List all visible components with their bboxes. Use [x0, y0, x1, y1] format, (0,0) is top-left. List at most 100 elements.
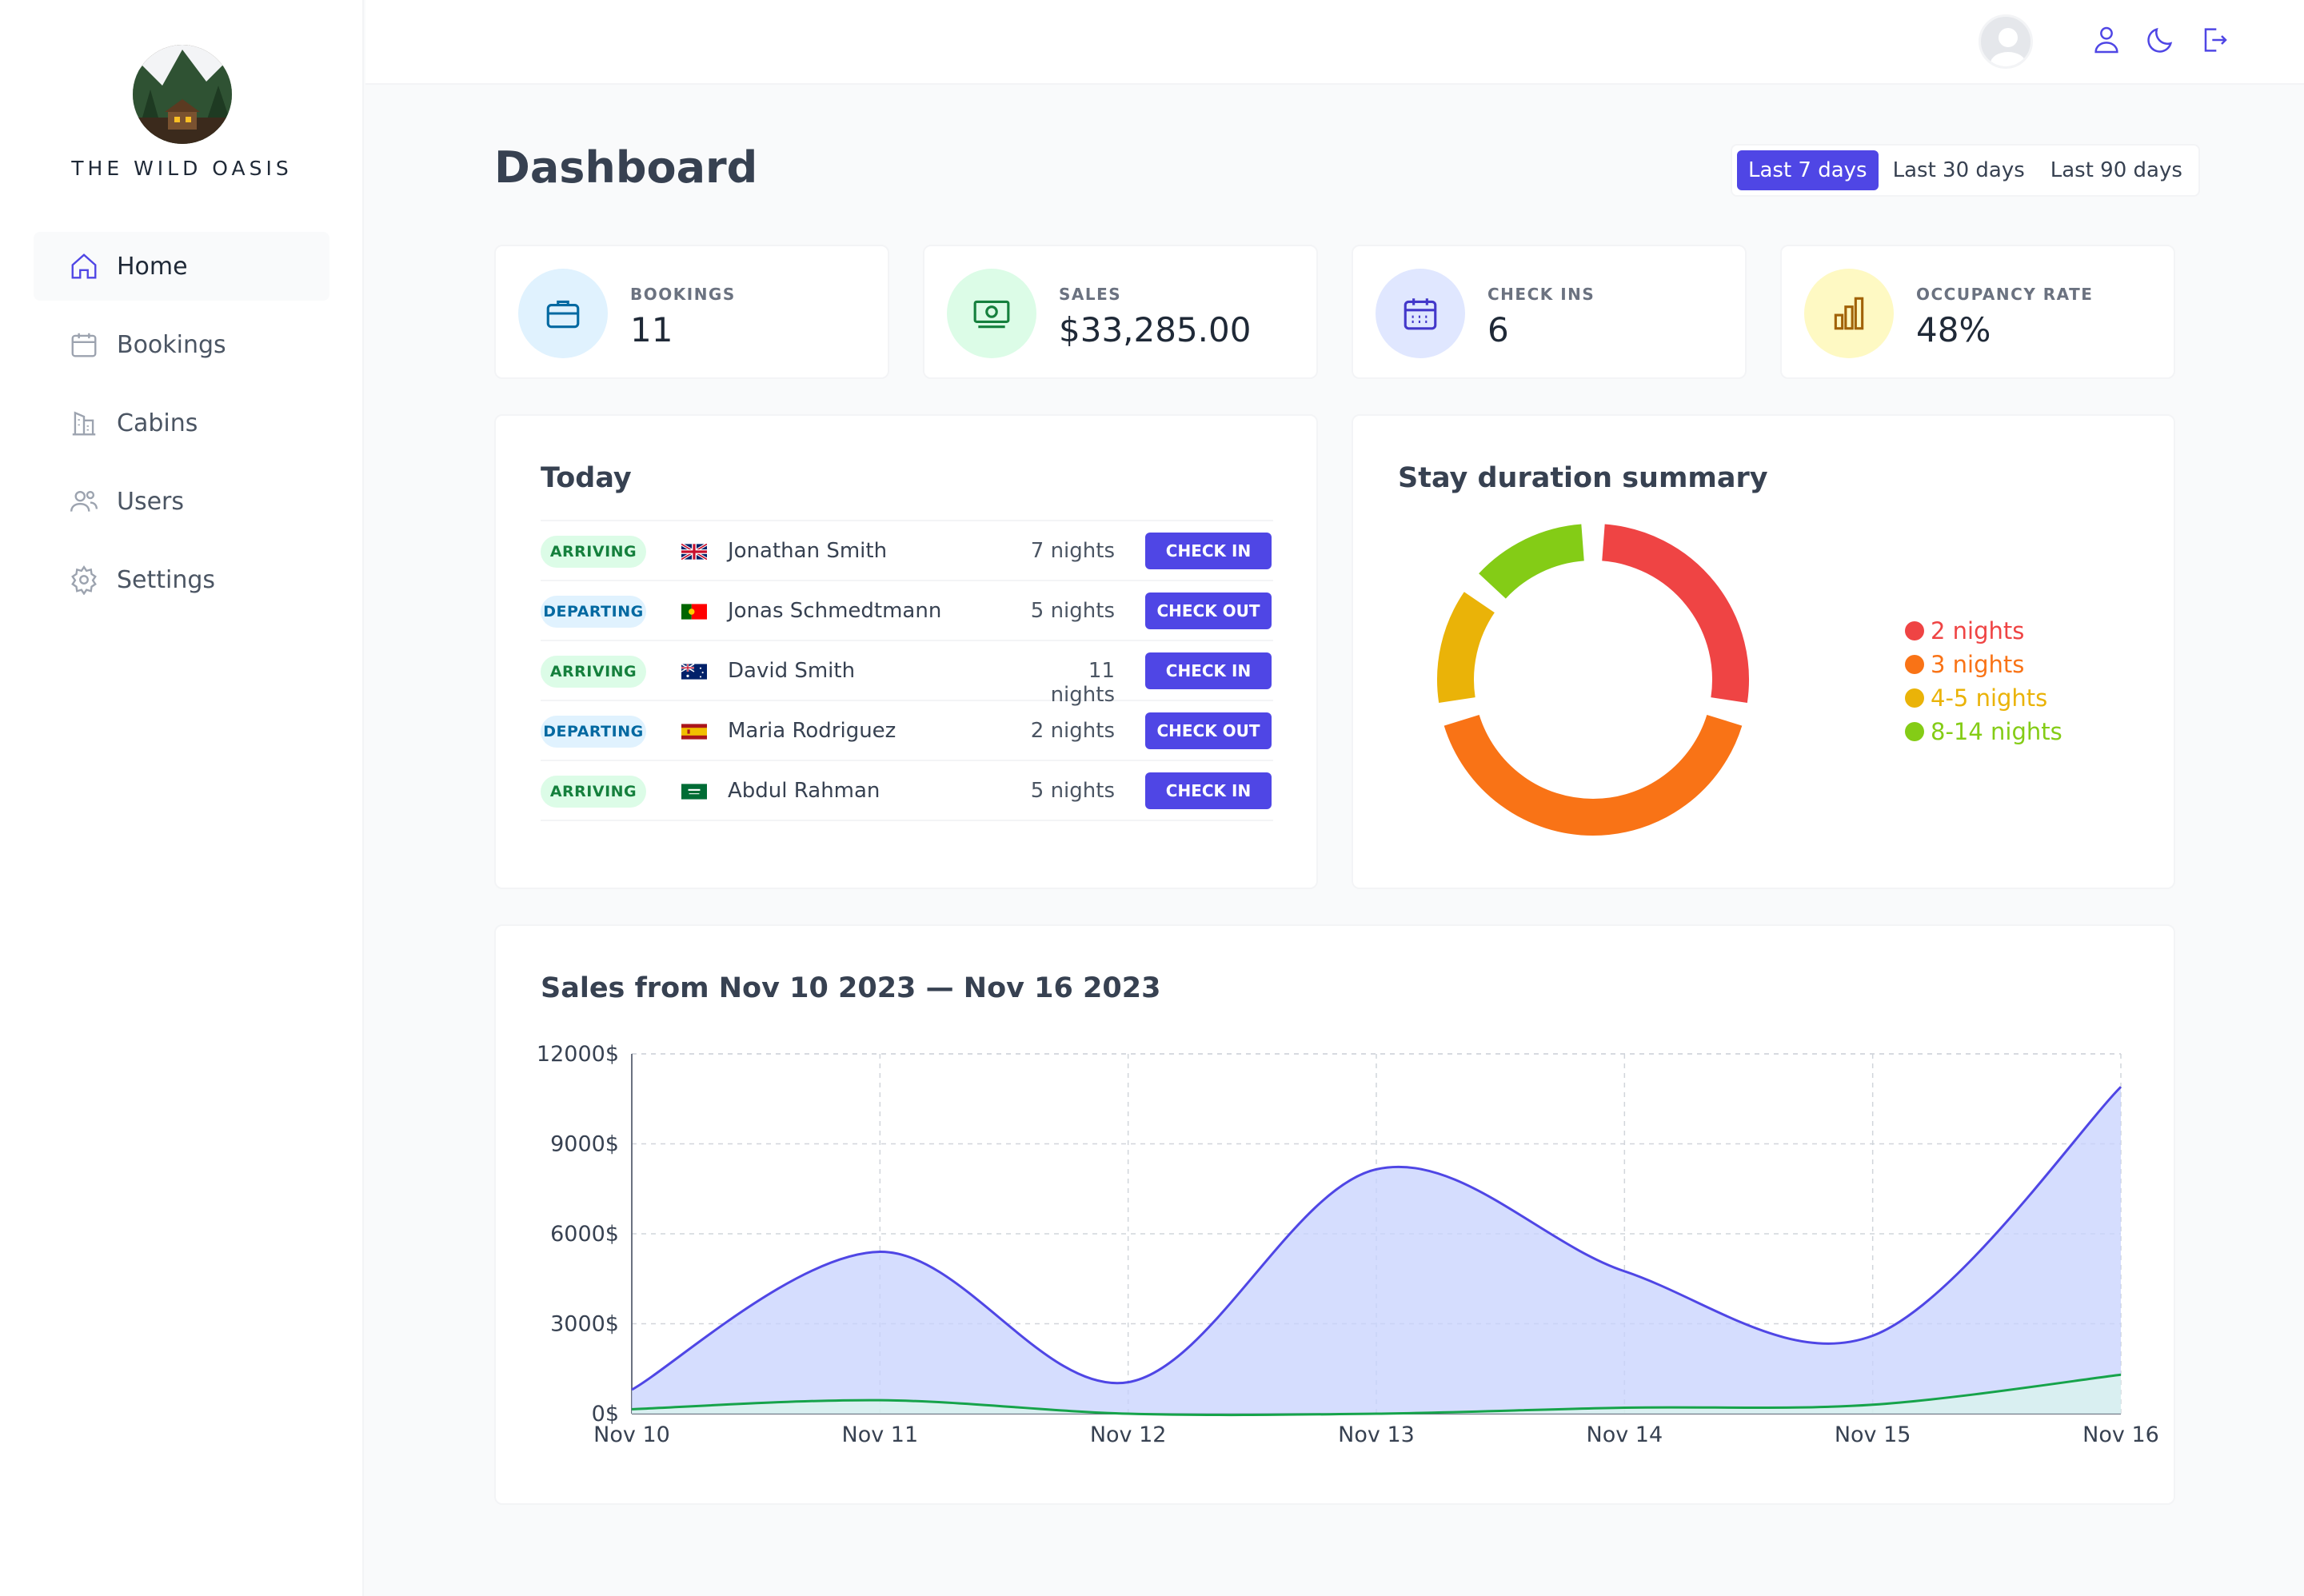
sidebar-item-bookings[interactable]: Bookings	[34, 310, 329, 379]
nights-count: 5 nights	[1030, 599, 1115, 623]
guest-name: Maria Rodriguez	[728, 719, 896, 743]
nights-count: 5 nights	[1030, 779, 1115, 803]
briefcase-icon	[546, 300, 580, 329]
stat-value: 6	[1487, 310, 1509, 349]
spain-flag-icon	[681, 724, 707, 740]
list-item: DEPARTING Maria Rodriguez 2 nights CHECK…	[541, 701, 1273, 761]
stat-card-occupancy-rate: OCCUPANCY RATE 48%	[1780, 245, 2175, 379]
donut-slice	[1437, 592, 1495, 703]
x-tick-label: Nov 16	[2082, 1422, 2159, 1447]
sidebar-item-cabins[interactable]: Cabins	[34, 389, 329, 457]
stat-label: BOOKINGS	[630, 285, 736, 304]
calendar-days-icon	[1404, 298, 1437, 330]
stat-label: OCCUPANCY RATE	[1916, 285, 2094, 304]
logout-icon[interactable]	[2198, 24, 2230, 56]
users-icon	[70, 490, 98, 512]
moon-icon[interactable]	[2144, 24, 2176, 56]
building-icon	[72, 411, 96, 436]
legend-swatch	[1905, 655, 1924, 674]
series-area	[632, 1087, 2121, 1414]
calendar-icon	[71, 333, 97, 357]
guest-name: Jonathan Smith	[728, 539, 888, 563]
sales-chart-panel: Sales from Nov 10 2023 — Nov 16 2023 0$ 3…	[494, 924, 2175, 1505]
nights-count: 2 nights	[1030, 719, 1115, 743]
today-title: Today	[541, 462, 632, 494]
stat-card-check-ins: CHECK INS 6	[1352, 245, 1747, 379]
y-tick-label: 12000$	[537, 1042, 619, 1067]
legend-item: 4-5 nights	[1905, 681, 2062, 715]
page-title: Dashboard	[494, 142, 758, 193]
guest-name: Abdul Rahman	[728, 779, 880, 803]
banknotes-icon	[973, 300, 1010, 329]
stat-value: $33,285.00	[1059, 310, 1252, 349]
stat-value: 11	[630, 310, 673, 349]
today-panel: Today ARRIVING Jonathan Smith 7 nights C…	[494, 414, 1318, 889]
x-tick-label: Nov 13	[1338, 1422, 1415, 1447]
x-tick-label: Nov 11	[842, 1422, 919, 1447]
chart-bar-icon	[1834, 297, 1864, 330]
sidebar-item-settings[interactable]: Settings	[34, 545, 329, 614]
avatar[interactable]	[1979, 14, 2033, 69]
nights-count: 11 nights	[1050, 659, 1115, 707]
filter-last-30-days[interactable]: Last 30 days	[1882, 150, 2036, 190]
sidebar-item-home[interactable]: Home	[34, 232, 329, 301]
uk-flag-icon	[681, 544, 707, 560]
list-item: ARRIVING Jonathan Smith 7 nights CHECK I…	[541, 521, 1273, 581]
sidebar-item-label: Cabins	[117, 409, 198, 437]
check-out-button[interactable]: CHECK OUT	[1145, 712, 1272, 749]
legend-item: 3 nights	[1905, 648, 2062, 681]
guest-name: David Smith	[728, 659, 856, 683]
donut-slice	[1443, 714, 1743, 836]
saudi-arabia-flag-icon	[681, 784, 707, 800]
sidebar: THE WILD OASIS Home Bookings Cabins User…	[0, 0, 364, 1596]
sidebar-item-label: Home	[117, 252, 188, 281]
x-tick-label: Nov 15	[1835, 1422, 1911, 1447]
sidebar-nav: Home Bookings Cabins Users Settings	[34, 232, 329, 624]
list-item: ARRIVING Abdul Rahman 5 nights CHECK IN	[541, 761, 1273, 821]
y-tick-label: 9000$	[550, 1132, 619, 1157]
x-tick-label: Nov 14	[1587, 1422, 1663, 1447]
legend-label: 8-14 nights	[1931, 718, 2062, 745]
donut-slice	[1479, 524, 1585, 600]
legend-label: 2 nights	[1931, 617, 2025, 644]
legend-swatch	[1905, 688, 1924, 708]
home-icon	[71, 253, 97, 279]
user-icon[interactable]	[2090, 24, 2122, 56]
check-in-button[interactable]: CHECK IN	[1145, 652, 1272, 689]
stat-card-bookings: BOOKINGS 11	[494, 245, 889, 379]
status-badge: DEPARTING	[541, 596, 646, 628]
donut-slice	[1601, 524, 1749, 703]
gear-icon	[71, 565, 97, 595]
duration-donut-chart	[1437, 524, 1749, 836]
stat-label: CHECK INS	[1487, 285, 1595, 304]
nights-count: 7 nights	[1030, 539, 1115, 563]
sales-area-chart: 0$3000$6000$9000$12000$Nov 10 Nov 11 Nov 1…	[537, 1042, 2159, 1447]
check-in-button[interactable]: CHECK IN	[1145, 533, 1272, 569]
check-out-button[interactable]: CHECK OUT	[1145, 593, 1272, 629]
y-tick-label: 6000$	[550, 1222, 619, 1247]
stay-duration-panel: Stay duration summary 2 nights 3 nights …	[1352, 414, 2175, 889]
date-filter: Last 7 days Last 30 days Last 90 days	[1731, 144, 2200, 197]
wild-oasis-logo	[133, 45, 232, 144]
legend-label: 4-5 nights	[1931, 684, 2048, 712]
portugal-flag-icon	[681, 604, 707, 620]
filter-last-90-days[interactable]: Last 90 days	[2039, 150, 2194, 190]
duration-legend: 2 nights 3 nights 4-5 nights 8-14 nights	[1905, 614, 2062, 748]
sidebar-item-label: Users	[117, 487, 185, 516]
status-badge: DEPARTING	[541, 716, 646, 748]
sidebar-item-label: Settings	[117, 565, 216, 594]
check-in-button[interactable]: CHECK IN	[1145, 772, 1272, 809]
status-badge: ARRIVING	[541, 776, 646, 808]
list-item: DEPARTING Jonas Schmedtmann 5 nights CHE…	[541, 581, 1273, 641]
x-tick-label: Nov 12	[1090, 1422, 1167, 1447]
duration-title: Stay duration summary	[1398, 462, 1768, 494]
legend-item: 2 nights	[1905, 614, 2062, 648]
status-badge: ARRIVING	[541, 536, 646, 568]
legend-item: 8-14 nights	[1905, 715, 2062, 748]
stat-label: SALES	[1059, 285, 1122, 304]
filter-last-7-days[interactable]: Last 7 days	[1737, 150, 1879, 190]
sidebar-item-users[interactable]: Users	[34, 467, 329, 536]
australia-flag-icon	[681, 664, 707, 680]
status-badge: ARRIVING	[541, 656, 646, 688]
stat-value: 48%	[1916, 310, 1991, 349]
